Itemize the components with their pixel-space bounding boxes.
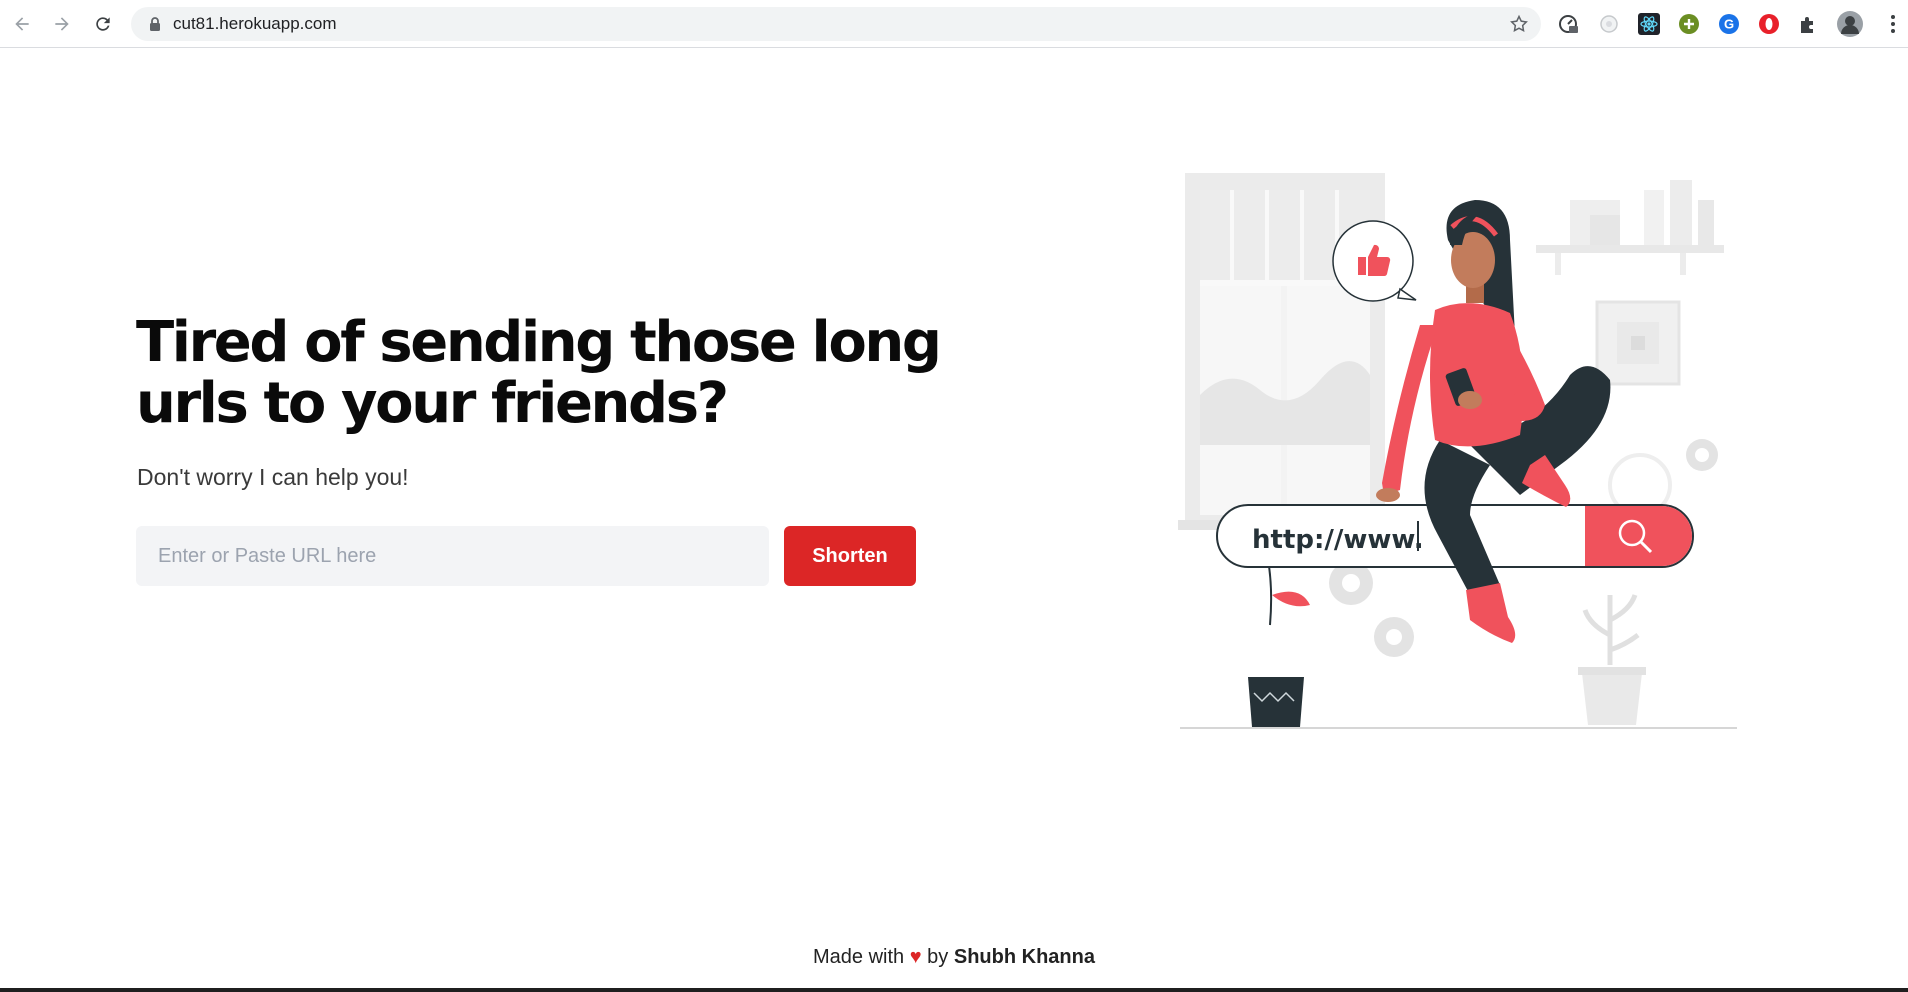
- frame-graphic: [1595, 300, 1681, 386]
- reload-icon: [96, 17, 110, 31]
- google-g-icon[interactable]: G: [1718, 13, 1740, 35]
- forward-arrow-icon: [55, 17, 69, 31]
- url-text[interactable]: cut81.herokuapp.com: [173, 7, 337, 41]
- page-subtitle: Don't worry I can help you!: [137, 464, 409, 490]
- react-devtools-icon[interactable]: [1638, 13, 1660, 35]
- footer: Made with ♥ by Shubh Khanna: [0, 946, 1908, 969]
- reload-button[interactable]: [89, 10, 117, 38]
- shelf-graphic: [1536, 180, 1724, 275]
- pot-graphic: [1578, 594, 1646, 725]
- footer-by: by: [927, 946, 949, 968]
- shorten-button[interactable]: Shorten: [784, 526, 916, 586]
- address-bar[interactable]: cut81.herokuapp.com: [131, 7, 1541, 41]
- lock-icon: [150, 17, 160, 31]
- extension-circle-icon[interactable]: [1598, 13, 1620, 35]
- svg-text:G: G: [1724, 17, 1734, 32]
- puzzle-icon[interactable]: [1797, 13, 1819, 35]
- footer-made-with: Made with: [813, 946, 905, 968]
- browser-toolbar: cut81.herokuapp.com G: [0, 0, 1908, 48]
- hero-illustration: http://www.: [1178, 173, 1737, 729]
- star-icon[interactable]: [1509, 14, 1529, 34]
- illustration-search-text: http://www.: [1252, 525, 1424, 555]
- profile-avatar-icon[interactable]: [1837, 11, 1863, 37]
- footer-author: Shubh Khanna: [953, 946, 1095, 968]
- back-arrow-icon: [15, 17, 29, 31]
- kebab-menu-icon[interactable]: [1888, 13, 1898, 35]
- page-title: Tired of sending those long urls to your…: [136, 310, 942, 436]
- bottom-border: [0, 988, 1908, 992]
- heart-icon: ♥: [909, 946, 922, 968]
- url-input[interactable]: [136, 526, 769, 586]
- back-button[interactable]: [8, 10, 36, 38]
- like-bubble-graphic: [1332, 220, 1417, 302]
- speed-test-icon[interactable]: [1557, 13, 1579, 35]
- forward-button[interactable]: [48, 10, 76, 38]
- opera-icon[interactable]: [1758, 13, 1780, 35]
- green-plus-icon[interactable]: [1678, 13, 1700, 35]
